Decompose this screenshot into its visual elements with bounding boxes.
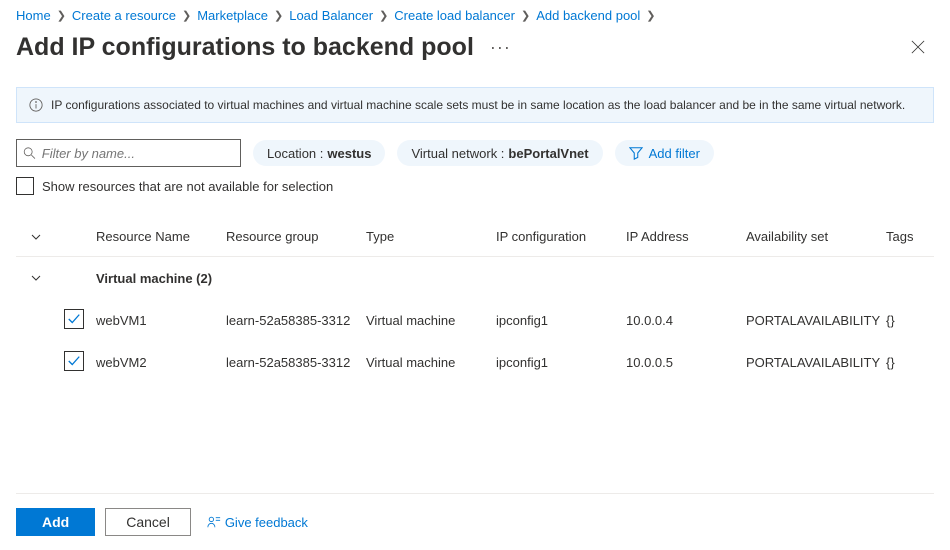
- column-header-name[interactable]: Resource Name: [96, 229, 226, 244]
- filter-pill-label: Virtual network :: [411, 146, 504, 161]
- group-row[interactable]: Virtual machine (2): [16, 257, 934, 299]
- column-header-avset[interactable]: Availability set: [746, 229, 886, 244]
- breadcrumb-link[interactable]: Home: [16, 8, 51, 23]
- filter-icon: [629, 146, 643, 160]
- search-icon: [23, 146, 36, 160]
- add-button[interactable]: Add: [16, 508, 95, 536]
- filter-pill-label: Location :: [267, 146, 323, 161]
- breadcrumb-link[interactable]: Load Balancer: [289, 8, 373, 23]
- breadcrumb-link[interactable]: Marketplace: [197, 8, 268, 23]
- info-banner: IP configurations associated to virtual …: [16, 87, 934, 123]
- page-title: Add IP configurations to backend pool: [16, 33, 474, 62]
- chevron-right-icon: ❯: [182, 9, 191, 22]
- more-menu-button[interactable]: ···: [490, 37, 511, 58]
- cell-avset: PORTALAVAILABILITY: [746, 355, 886, 370]
- show-unavailable-checkbox[interactable]: [16, 177, 34, 195]
- cell-name: webVM1: [96, 313, 226, 328]
- breadcrumb-link[interactable]: Add backend pool: [536, 8, 640, 23]
- checkmark-icon: [67, 312, 81, 326]
- breadcrumb: Home ❯ Create a resource ❯ Marketplace ❯ Lo…: [16, 8, 934, 23]
- cell-ipconfig: ipconfig1: [496, 313, 626, 328]
- info-icon: [29, 98, 43, 112]
- chevron-right-icon: ❯: [646, 9, 655, 22]
- cell-avset: PORTALAVAILABILITY: [746, 313, 886, 328]
- chevron-down-icon: [30, 272, 42, 284]
- cell-name: webVM2: [96, 355, 226, 370]
- chevron-right-icon: ❯: [379, 9, 388, 22]
- table-row[interactable]: webVM1 learn-52a58385-3312 Virtual machi…: [16, 299, 934, 341]
- add-filter-button[interactable]: Add filter: [615, 140, 714, 166]
- filter-pill-value: westus: [327, 146, 371, 161]
- close-icon: [911, 40, 925, 54]
- cell-type: Virtual machine: [366, 313, 496, 328]
- cell-ip: 10.0.0.4: [626, 313, 746, 328]
- chevron-right-icon: ❯: [274, 9, 283, 22]
- chevron-down-icon: [30, 231, 42, 243]
- cell-tags: {}: [886, 355, 926, 370]
- cell-group: learn-52a58385-3312: [226, 355, 366, 370]
- filter-pill-value: bePortalVnet: [508, 146, 588, 161]
- cell-ipconfig: ipconfig1: [496, 355, 626, 370]
- cell-ip: 10.0.0.5: [626, 355, 746, 370]
- group-label: Virtual machine (2): [96, 271, 934, 286]
- chevron-right-icon: ❯: [57, 9, 66, 22]
- table-row[interactable]: webVM2 learn-52a58385-3312 Virtual machi…: [16, 341, 934, 383]
- resources-table: Resource Name Resource group Type IP con…: [16, 217, 934, 383]
- close-button[interactable]: [902, 31, 934, 63]
- breadcrumb-link[interactable]: Create load balancer: [394, 8, 515, 23]
- give-feedback-link[interactable]: Give feedback: [207, 515, 308, 530]
- give-feedback-label: Give feedback: [225, 515, 308, 530]
- search-input-wrapper[interactable]: [16, 139, 241, 167]
- column-header-ipconfig[interactable]: IP configuration: [496, 229, 626, 244]
- feedback-icon: [207, 515, 221, 529]
- chevron-right-icon: ❯: [521, 9, 530, 22]
- row-checkbox[interactable]: [64, 351, 84, 371]
- breadcrumb-link[interactable]: Create a resource: [72, 8, 176, 23]
- column-header-group[interactable]: Resource group: [226, 229, 366, 244]
- expand-all-toggle[interactable]: [16, 231, 56, 243]
- column-header-tags[interactable]: Tags: [886, 229, 926, 244]
- cell-tags: {}: [886, 313, 926, 328]
- cell-group: learn-52a58385-3312: [226, 313, 366, 328]
- filter-pill-vnet[interactable]: Virtual network : bePortalVnet: [397, 140, 602, 166]
- row-checkbox[interactable]: [64, 309, 84, 329]
- checkmark-icon: [67, 354, 81, 368]
- column-header-ip[interactable]: IP Address: [626, 229, 746, 244]
- column-header-type[interactable]: Type: [366, 229, 496, 244]
- search-input[interactable]: [42, 146, 234, 161]
- info-banner-text: IP configurations associated to virtual …: [51, 98, 905, 112]
- add-filter-label: Add filter: [649, 146, 700, 161]
- filter-pill-location[interactable]: Location : westus: [253, 140, 385, 166]
- cancel-button[interactable]: Cancel: [105, 508, 191, 536]
- cell-type: Virtual machine: [366, 355, 496, 370]
- show-unavailable-label: Show resources that are not available fo…: [42, 179, 333, 194]
